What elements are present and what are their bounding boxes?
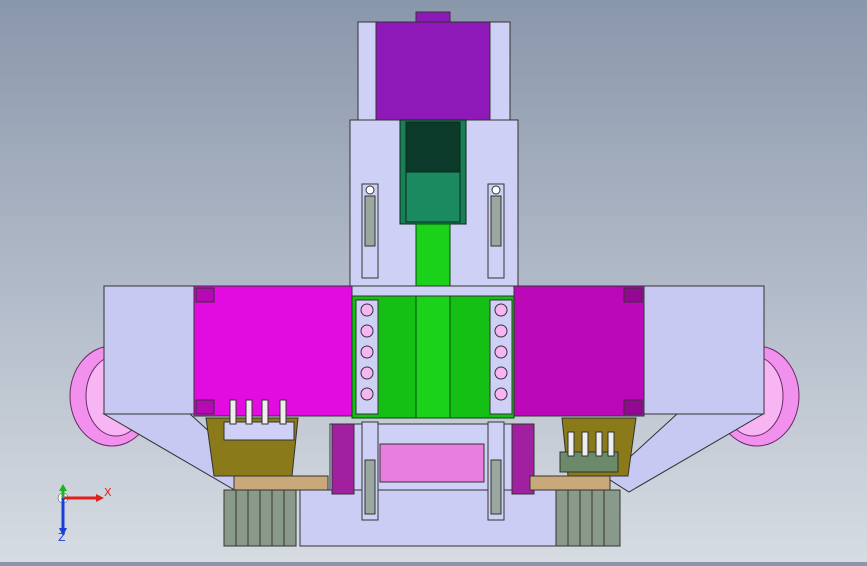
right-side-block-tab-bottom [623, 399, 643, 415]
lower-left-bracket [331, 423, 355, 495]
right-side-block [513, 285, 645, 417]
left-upper-cylinder [361, 183, 379, 279]
left-bolt-column [355, 299, 379, 415]
lower-pink-block [379, 443, 485, 483]
right-bolt-column [489, 299, 513, 415]
left-side-block-tab-bottom [195, 399, 215, 415]
left-end-block [103, 285, 195, 415]
assembly-model [69, 11, 800, 547]
left-lower-cylinder [361, 421, 379, 521]
cad-viewport[interactable] [0, 0, 867, 562]
reference-triad: X Z [40, 478, 120, 548]
motor [357, 11, 511, 121]
x-axis-label: X [104, 486, 112, 499]
right-upper-cylinder [487, 183, 505, 279]
right-lower-cylinder [487, 421, 505, 521]
right-side-block-tab [623, 287, 643, 303]
right-end-block [643, 285, 765, 415]
coupler [399, 119, 467, 225]
bottom-plate [299, 489, 565, 547]
left-side-block [193, 285, 355, 417]
left-side-block-tab [195, 287, 215, 303]
z-axis-label: Z [58, 531, 66, 544]
